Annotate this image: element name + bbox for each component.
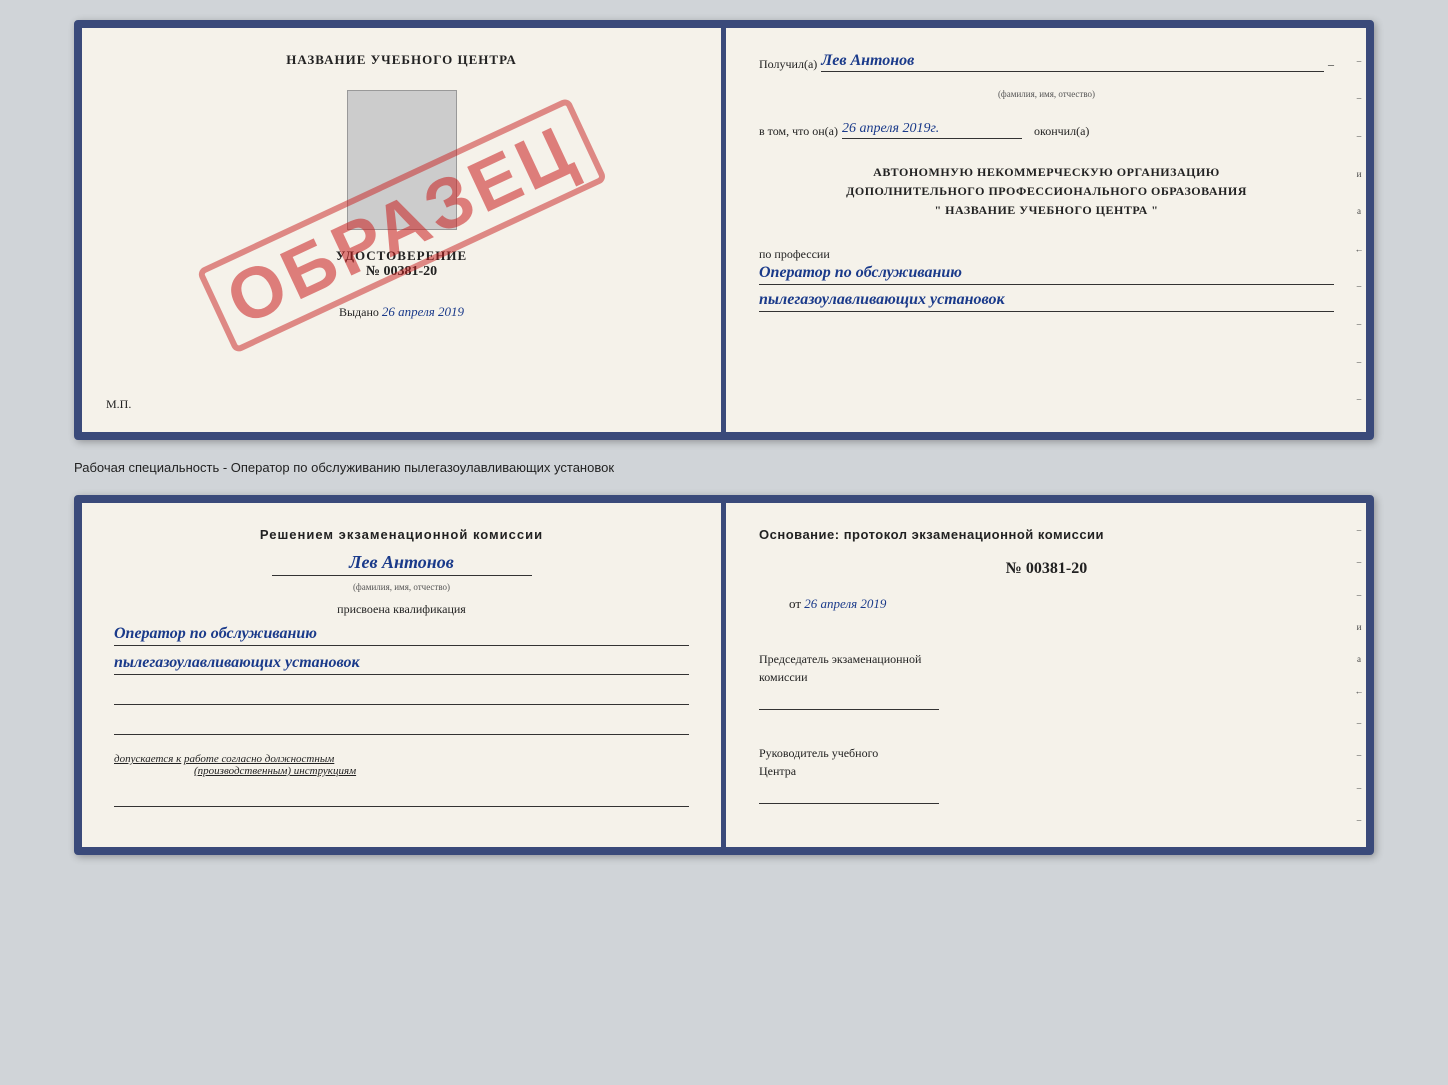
cert-issued-label: Выдано [339,305,379,319]
finished-label: окончил(а) [1034,124,1089,139]
profession-section: по профессии Оператор по обслуживанию пы… [759,241,1334,312]
received-name: Лев Антонов [821,52,1324,72]
org-line2: ДОПОЛНИТЕЛЬНОГО ПРОФЕССИОНАЛЬНОГО ОБРАЗО… [759,182,1334,201]
org-line1: АВТОНОМНУЮ НЕКОММЕРЧЕСКУЮ ОРГАНИЗАЦИЮ [759,163,1334,182]
in-that-date: 26 апреля 2019г. [842,121,1022,139]
bl-allow: допускается к работе согласно должностны… [114,753,689,777]
received-dash: – [1328,57,1334,72]
profession-label: по профессии [759,247,1334,262]
br-chairman-label: Председатель экзаменационной комиссии [759,650,1334,686]
top-certificate-book: НАЗВАНИЕ УЧЕБНОГО ЦЕНТРА УДОСТОВЕРЕНИЕ №… [74,20,1374,440]
profession-value-2: пылегазоулавливающих установок [759,291,1334,312]
bl-underline-3 [114,791,689,807]
cert-number-section: УДОСТОВЕРЕНИЕ № 00381-20 [336,248,467,280]
bottom-right-page: Основание: протокол экзаменационной коми… [723,503,1366,847]
cert-left-page: НАЗВАНИЕ УЧЕБНОГО ЦЕНТРА УДОСТОВЕРЕНИЕ №… [82,28,723,432]
document-container: НАЗВАНИЕ УЧЕБНОГО ЦЕНТРА УДОСТОВЕРЕНИЕ №… [74,20,1374,855]
cert-doc-number: № 00381-20 [336,264,467,280]
profession-value-1: Оператор по обслуживанию [759,264,1334,285]
cert-issued-date: 26 апреля 2019 [382,304,464,319]
bottom-certificate-book: Решением экзаменационной комиссии Лев Ан… [74,495,1374,855]
bl-profession-1: Оператор по обслуживанию [114,625,689,646]
bl-allow-label: допускается к [114,753,181,765]
br-chairman-underline [759,690,939,710]
br-director-section: Руководитель учебного Центра [759,736,1334,804]
br-date-value: 26 апреля 2019 [804,596,886,611]
bl-profession-2: пылегазоулавливающих установок [114,654,689,675]
cert-right-page: Получил(а) Лев Антонов – (фамилия, имя, … [723,28,1366,432]
in-that-row: в том, что он(а) 26 апреля 2019г. окончи… [759,121,1334,139]
received-row: Получил(а) Лев Антонов – [759,52,1334,72]
bl-name-wrapper: Лев Антонов [114,552,689,576]
br-director-label: Руководитель учебного Центра [759,744,1334,780]
bl-name-subtext: (фамилия, имя, отчество) [114,582,689,592]
bl-underline-2 [114,719,689,735]
br-director-underline [759,784,939,804]
org-block: АВТОНОМНУЮ НЕКОММЕРЧЕСКУЮ ОРГАНИЗАЦИЮ ДО… [759,163,1334,221]
br-protocol-number: № 00381-20 [759,560,1334,578]
bl-allow-value2: (производственным) инструкциям [194,765,356,777]
br-basis-label: Основание: протокол экзаменационной коми… [759,527,1334,542]
received-label: Получил(а) [759,57,817,72]
bl-heading: Решением экзаменационной комиссии [114,527,689,542]
org-line3: " НАЗВАНИЕ УЧЕБНОГО ЦЕНТРА " [759,201,1334,220]
bl-underline-1 [114,689,689,705]
received-subtext: (фамилия, имя, отчество) [759,89,1334,99]
br-date-prefix: от [789,596,801,611]
cert-doc-label: УДОСТОВЕРЕНИЕ [336,248,467,264]
br-date: от 26 апреля 2019 [789,596,1334,612]
in-that-label: в том, что он(а) [759,124,838,139]
photo-placeholder [347,90,457,230]
bottom-left-page: Решением экзаменационной комиссии Лев Ан… [82,503,723,847]
br-chairman-section: Председатель экзаменационной комиссии [759,642,1334,710]
subtitle-text: Рабочая специальность - Оператор по обсл… [74,456,1374,479]
bl-name: Лев Антонов [272,552,532,576]
cert-school-title: НАЗВАНИЕ УЧЕБНОГО ЦЕНТРА [286,52,517,68]
bottom-right-side-markers: – – – и а ← – – – – [1352,503,1366,847]
cert-issued: Выдано 26 апреля 2019 [339,304,464,320]
bl-allow-value: работе согласно должностным [184,753,334,765]
right-side-markers: – – – и а ← – – – – [1352,28,1366,432]
bl-assigned-label: присвоена квалификация [114,602,689,617]
cert-mp-label: М.П. [106,397,131,412]
